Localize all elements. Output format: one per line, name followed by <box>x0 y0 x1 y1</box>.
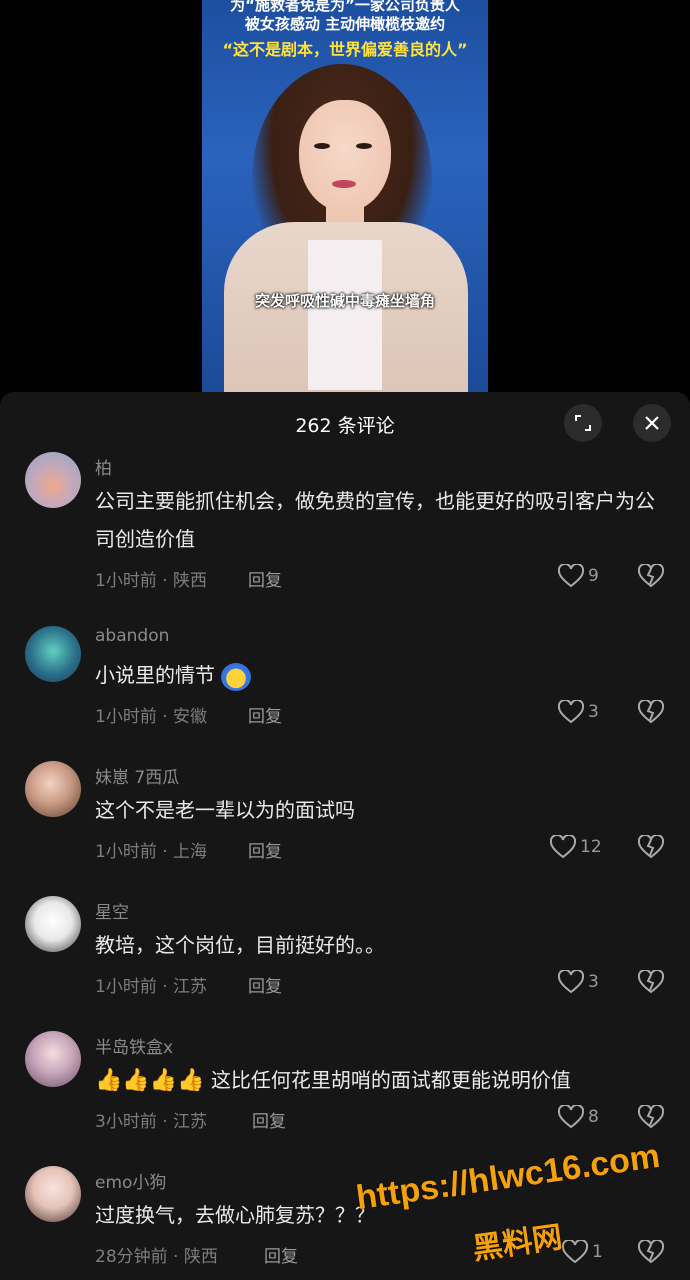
comment-username[interactable]: 半岛铁盒x <box>95 1033 173 1058</box>
like-button[interactable]: 9 <box>558 564 599 588</box>
like-button[interactable]: 3 <box>558 970 599 994</box>
like-count: 3 <box>588 972 599 992</box>
comment-username[interactable]: 柏 <box>95 454 112 479</box>
comment-text: 👍👍👍👍 这比任何花里胡哨的面试都更能说明价值 <box>95 1061 665 1100</box>
reply-button[interactable]: 回复 <box>252 1107 286 1132</box>
anchor-shirt <box>308 240 382 390</box>
anchor-eye-right <box>356 143 372 149</box>
like-count: 12 <box>580 837 602 857</box>
reply-button[interactable]: 回复 <box>248 702 282 727</box>
broken-heart-icon[interactable] <box>638 1240 664 1264</box>
close-button[interactable] <box>633 404 671 442</box>
avatar[interactable] <box>25 626 81 682</box>
anchor-lips <box>332 180 356 188</box>
reply-button[interactable]: 回复 <box>248 837 282 862</box>
avatar[interactable] <box>25 1031 81 1087</box>
like-count: 8 <box>588 1107 599 1127</box>
like-button[interactable]: 8 <box>558 1105 599 1129</box>
heart-icon <box>550 835 576 859</box>
expand-button[interactable] <box>564 404 602 442</box>
broken-heart-icon[interactable] <box>638 564 664 588</box>
heart-icon <box>558 1105 584 1129</box>
video-headline-3: “这不是剧本，世界偏爱善良的人” <box>222 40 468 59</box>
comment-text-content: 这比任何花里胡哨的面试都更能说明价值 <box>210 1068 571 1092</box>
comment-text: 公司主要能抓住机会，做免费的宣传，也能更好的吸引客户为公司创造价值 <box>95 489 655 551</box>
heart-icon <box>562 1240 588 1264</box>
broken-heart-icon[interactable] <box>638 970 664 994</box>
reply-button[interactable]: 回复 <box>248 972 282 997</box>
avatar[interactable] <box>25 1166 81 1222</box>
like-button[interactable]: 12 <box>550 835 602 859</box>
thumbs-up-icon: 👍👍👍👍 <box>95 1068 205 1093</box>
like-button[interactable]: 1 <box>562 1240 603 1264</box>
avatar[interactable] <box>25 761 81 817</box>
heart-icon <box>558 970 584 994</box>
reply-button[interactable]: 回复 <box>248 566 282 591</box>
comment-username[interactable]: 星空 <box>95 898 129 923</box>
heart-icon <box>558 564 584 588</box>
comment-username[interactable]: 妹崽 7西瓜 <box>95 763 179 788</box>
avatar[interactable] <box>25 896 81 952</box>
video-headline-2: 被女孩感动 主动伸橄榄枝邀约 <box>244 15 446 33</box>
comment-meta: 3小时前 · 江苏 <box>95 1112 208 1132</box>
comment-text: 教培，这个岗位，目前挺好的。。 <box>95 933 385 957</box>
like-count: 1 <box>592 1242 603 1262</box>
comment-text: 小说里的情节 <box>95 656 665 694</box>
comment-username[interactable]: abandon <box>95 626 169 646</box>
anchor-eye-left <box>314 143 330 149</box>
comment-meta: 1小时前 · 上海 <box>95 842 208 862</box>
anchor-face <box>299 100 391 212</box>
comment-meta: 28分钟前 · 陕西 <box>95 1247 218 1267</box>
broken-heart-icon[interactable] <box>638 700 664 724</box>
comment-meta: 1小时前 · 安徽 <box>95 707 208 727</box>
comment-username[interactable]: emo小狗 <box>95 1168 166 1193</box>
heart-icon <box>558 700 584 724</box>
video-player[interactable]: 为“施救者免是为”一家公司负责人 被女孩感动 主动伸橄榄枝邀约 “这不是剧本，世… <box>202 0 488 392</box>
broken-heart-icon[interactable] <box>638 835 664 859</box>
comment-text: 这个不是老一辈以为的面试吗 <box>95 798 355 822</box>
like-count: 3 <box>588 702 599 722</box>
comment-panel-header: 262 条评论 <box>0 392 690 454</box>
avatar[interactable] <box>25 452 81 508</box>
broken-heart-icon[interactable] <box>638 1105 664 1129</box>
angry-face-emoji-icon <box>221 662 252 691</box>
like-count: 9 <box>588 566 599 586</box>
video-subtitle: 突发呼吸性碱中毒瘫坐墙角 <box>254 292 435 310</box>
close-icon <box>645 416 659 430</box>
comment-text-content: 小说里的情节 <box>95 663 215 687</box>
like-button[interactable]: 3 <box>558 700 599 724</box>
reply-button[interactable]: 回复 <box>264 1242 298 1267</box>
comment-meta: 1小时前 · 江苏 <box>95 977 208 997</box>
comment-meta: 1小时前 · 陕西 <box>95 571 208 591</box>
expand-icon <box>575 415 591 431</box>
